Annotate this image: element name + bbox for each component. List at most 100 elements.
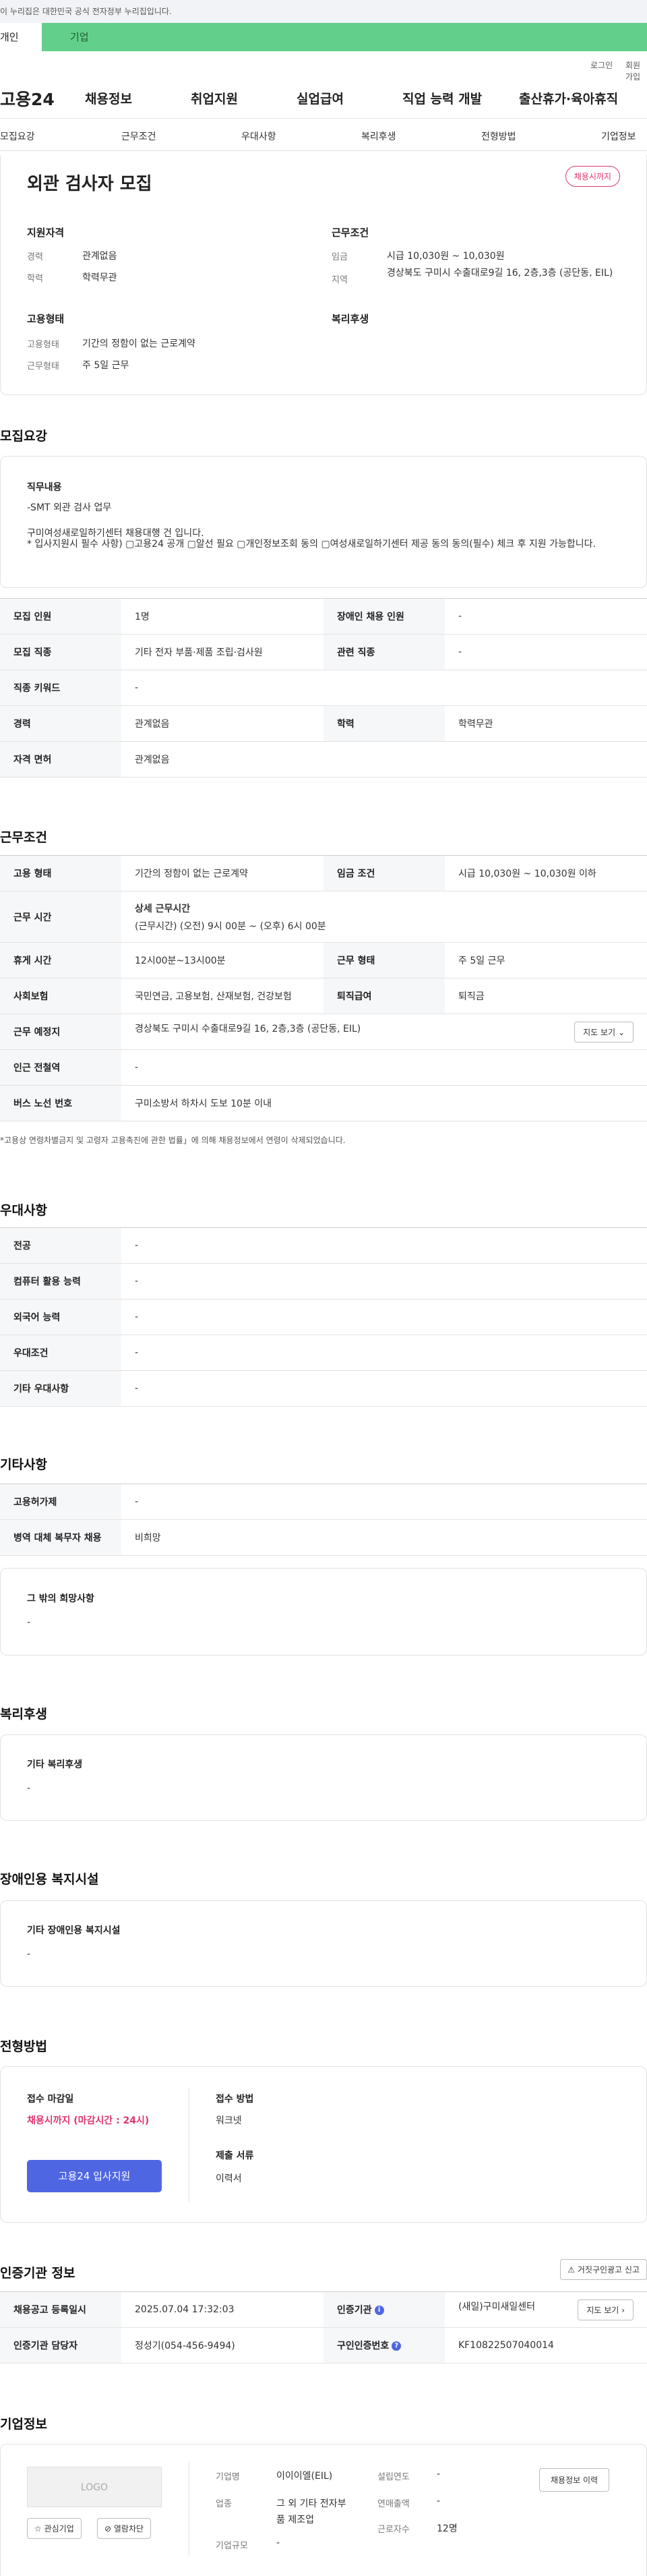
staff-value: 12명: [437, 2523, 458, 2534]
tab-person[interactable]: 개인: [0, 23, 42, 51]
false-ad-report-button[interactable]: ⚠ 거짓구인광고 신고: [560, 2259, 647, 2280]
table-header-cell: 채용공고 등록일시: [0, 2291, 121, 2328]
welfare-summary-title: 복리후생: [332, 313, 369, 325]
gnb-menu-parental-leave[interactable]: 출산휴가·육아휴직: [519, 89, 618, 107]
staff-label: 근로자수: [377, 2525, 410, 2535]
table-header-cell: 사회보험: [0, 978, 121, 1014]
cert-num-label: 구인인증번호: [337, 2341, 390, 2351]
gov-notice-text: 이 누리집은 대한민국 공식 전자정부 누리집입니다.: [0, 7, 172, 16]
table-cell: 퇴직금: [445, 978, 647, 1014]
career-value: 관계없음: [82, 251, 117, 262]
process-card: [0, 2066, 647, 2223]
workcond-section-title: 근무조건: [0, 830, 47, 845]
star-icon: ☆: [34, 2524, 42, 2534]
table-cell: 학력무관: [445, 705, 647, 742]
disabled-section-title: 장애인용 복지시설: [0, 1872, 99, 1887]
table-cell: -: [121, 1370, 647, 1407]
table-row: 경력 관계없음 학력 학력무관: [0, 705, 647, 742]
prefer-table: 전공 - 컴퓨터 활용 능력 - 외국어 능력 - 우대조건 - 기타 우대사항 -: [0, 1227, 647, 1407]
gnb-menu-unemployment-benefit[interactable]: 실업급여: [297, 89, 344, 107]
site-logo[interactable]: 고용24: [0, 86, 55, 111]
table-header-cell: 버스 노선 번호: [0, 1085, 121, 1121]
table-header-cell: 고용허가제: [0, 1484, 121, 1520]
subnav-prefer[interactable]: 우대사항: [241, 129, 276, 143]
table-cell: 주 5일 근무: [445, 942, 647, 978]
subnav-welfare[interactable]: 복리후생: [361, 129, 396, 143]
table-row: 사회보험 국민연금, 고용보험, 산재보험, 건강보험 퇴직급여 퇴직금: [0, 978, 647, 1014]
work-condition-title: 근무조건: [332, 227, 369, 239]
table-header-cell: 컴퓨터 활용 능력: [0, 1263, 121, 1299]
tab-company[interactable]: 기업: [70, 23, 89, 51]
table-row: 병역 대체 복무자 채용 비희망: [0, 1519, 647, 1556]
docs-title: 제출 서류: [216, 2150, 254, 2161]
etc-other-title: 그 밖의 희망사항: [27, 1593, 94, 1604]
disabled-box-title: 기타 장애인용 복지시설: [27, 1925, 121, 1936]
table-header-cell: 근무 예정지: [0, 1014, 121, 1050]
company-size-value: -: [276, 2538, 280, 2548]
login-link[interactable]: 로그인: [590, 59, 613, 71]
career-label: 경력: [27, 252, 43, 262]
deadline-title: 접수 마감일: [27, 2094, 74, 2105]
employ-type-title: 고용형태: [27, 313, 65, 325]
main-nav: 고용24 채용정보 취업지원 실업급여 직업 능력 개발 출산휴가·육아휴직: [0, 74, 647, 119]
table-row: 버스 노선 번호 구미소방서 하차시 도보 10분 이내: [0, 1085, 647, 1121]
table-header-cell: 근무 시간: [0, 891, 121, 943]
table-cell: 정성기(054-456-9494): [121, 2327, 324, 2364]
block-button-label: 열람차단: [113, 2524, 144, 2534]
table-cell: 2025.07.04 17:32:03: [121, 2291, 324, 2328]
duty-card: [0, 456, 647, 588]
block-icon: ⊘: [104, 2524, 112, 2534]
table-row: 외국어 능력 -: [0, 1299, 647, 1335]
table-cell: -: [121, 1049, 647, 1086]
table-cell: 국민연금, 고용보험, 산재보험, 건강보험: [121, 978, 324, 1014]
education-value: 학력무관: [82, 272, 117, 283]
table-header-cell: 장애인 채용 인원: [324, 598, 445, 635]
recruit-section-title: 모집요강: [0, 429, 47, 444]
duty-line-1: -SMT 외관 검사 업무: [27, 502, 112, 513]
table-cell: 관계없음: [121, 705, 324, 742]
like-company-button[interactable]: ☆ 관심기업: [27, 2518, 82, 2539]
org-map-button[interactable]: 지도 보기 ›: [578, 2299, 634, 2320]
info-icon[interactable]: ?: [392, 2341, 402, 2351]
gnb-menu-jobs[interactable]: 채용정보: [85, 89, 132, 107]
block-view-button[interactable]: ⊘ 열람차단: [97, 2518, 152, 2539]
sales-label: 연매출액: [377, 2499, 410, 2509]
table-header-cell: 퇴직급여: [324, 978, 445, 1014]
table-cell: 경상북도 구미시 수출대로9길 16, 2층,3층 (공단동, EIL) 지도 …: [121, 1014, 647, 1050]
work-place-map-button[interactable]: 지도 보기 ⌄: [574, 1021, 634, 1043]
industry-label: 업종: [216, 2499, 232, 2509]
table-row: 채용공고 등록일시 2025.07.04 17:32:03 인증기관 i (새일)…: [0, 2291, 647, 2328]
table-cell: 시급 10,030원 ~ 10,030원 이하: [445, 855, 647, 891]
table-header-cell: 인근 전철역: [0, 1049, 121, 1086]
job-history-button[interactable]: 채용정보 이력: [539, 2468, 610, 2492]
table-header-cell: 임금 조건: [324, 855, 445, 891]
subnav-workcond[interactable]: 근무조건: [121, 129, 156, 143]
etc-table: 고용허가제 - 병역 대체 복무자 채용 비희망: [0, 1484, 647, 1556]
table-header-cell: 전공: [0, 1227, 121, 1264]
map-button-label: 지도 보기: [586, 2305, 619, 2315]
subnav-recruit[interactable]: 모집요강: [0, 129, 35, 143]
employ-type-label: 고용형태: [27, 340, 59, 350]
gnb-menu-job-training[interactable]: 직업 능력 개발: [402, 89, 482, 107]
certified-table: 채용공고 등록일시 2025.07.04 17:32:03 인증기관 i (새일)…: [0, 2291, 647, 2364]
work-time-detail: (근무시간) (오전) 9시 00분 ~ (오후) 6시 00분: [135, 920, 326, 932]
chevron-down-icon: ⌄: [617, 1027, 625, 1037]
table-header-cell: 휴게 시간: [0, 942, 121, 978]
subnav-process[interactable]: 전형방법: [481, 129, 516, 143]
table-header-cell: 관련 직종: [324, 634, 445, 670]
info-icon[interactable]: i: [374, 2306, 384, 2315]
table-cell: 기타 전자 부품·제품 조립·검사원: [121, 634, 324, 670]
duty-title: 직무내용: [27, 482, 62, 493]
work-type-label: 근무형태: [27, 361, 59, 372]
wage-label: 임금: [332, 252, 348, 262]
gnb-menu-employment-support[interactable]: 취업지원: [191, 89, 238, 107]
table-row: 직종 키워드 -: [0, 670, 647, 706]
table-cell: -: [121, 1227, 647, 1264]
subnav-company[interactable]: 기업정보: [601, 129, 636, 143]
prefer-section-title: 우대사항: [0, 1203, 47, 1218]
table-header-cell: 근무 형태: [324, 942, 445, 978]
welfare-box-value: -: [27, 1783, 31, 1794]
sales-value: -: [437, 2496, 441, 2507]
docs-value: 이력서: [216, 2173, 242, 2184]
apply-button[interactable]: 고용24 입사지원: [27, 2160, 162, 2192]
